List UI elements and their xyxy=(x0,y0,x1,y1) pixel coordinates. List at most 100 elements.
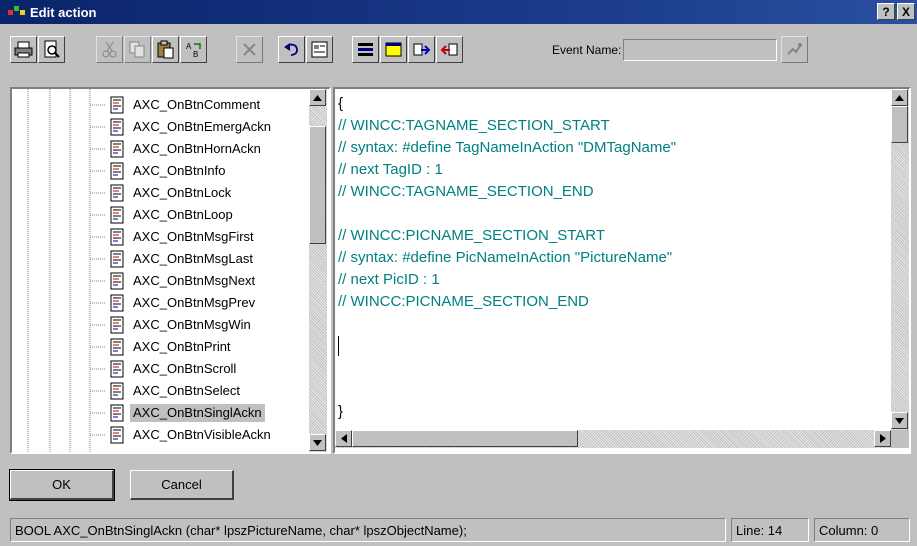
function-icon xyxy=(110,250,124,268)
function-tree: AXC_OnBtnComment AXC_OnBtnEmergAckn AXC_On… xyxy=(10,87,331,454)
function-icon xyxy=(110,228,124,246)
import-icon[interactable] xyxy=(408,36,435,63)
tree-vertical-scrollbar[interactable] xyxy=(309,89,327,452)
cut-icon[interactable] xyxy=(96,36,123,63)
toolbar: AB Event Name: xyxy=(10,36,910,68)
tree-item[interactable]: AXC_OnBtnMsgNext xyxy=(108,271,258,291)
editor-scroll-thumb[interactable] xyxy=(891,106,908,143)
tree-lines xyxy=(27,89,106,452)
tree-item[interactable]: AXC_OnBtnPrint xyxy=(108,337,234,357)
code-line: } xyxy=(338,403,344,420)
code-line: // next TagID : 1 xyxy=(338,161,443,178)
ok-button[interactable]: OK xyxy=(9,469,115,501)
tree-item[interactable]: AXC_OnBtnHornAckn xyxy=(108,139,264,159)
code-line: // WINCC:PICNAME_SECTION_START xyxy=(338,227,605,244)
function-icon xyxy=(110,338,124,356)
tree-item-label: AXC_OnBtnMsgFirst xyxy=(133,229,254,244)
tree-item[interactable]: AXC_OnBtnComment xyxy=(108,95,263,115)
code-line: // syntax: #define PicNameInAction "Pict… xyxy=(338,249,673,266)
tree-item[interactable]: AXC_OnBtnVisibleAckn xyxy=(108,425,274,445)
tree-item[interactable]: AXC_OnBtnSelect xyxy=(108,381,243,401)
tree-item[interactable]: AXC_OnBtnMsgPrev xyxy=(108,293,258,313)
function-icon xyxy=(110,426,124,444)
tree-item[interactable]: AXC_OnBtnScroll xyxy=(108,359,239,379)
tree-item[interactable]: AXC_OnBtnMsgWin xyxy=(108,315,254,335)
tree-item[interactable]: AXC_OnBtnLock xyxy=(108,183,234,203)
tree-item-label: AXC_OnBtnLock xyxy=(133,185,232,200)
function-icon xyxy=(110,404,124,422)
function-icon xyxy=(110,316,124,334)
event-select-icon[interactable] xyxy=(781,36,808,63)
help-button[interactable]: ? xyxy=(877,3,895,20)
code-line: // WINCC:TAGNAME_SECTION_START xyxy=(338,117,610,134)
editor-scroll-down-button[interactable] xyxy=(891,412,908,429)
scroll-corner xyxy=(891,430,909,448)
editor-scroll-right-button[interactable] xyxy=(874,430,891,447)
tree-item-label: AXC_OnBtnScroll xyxy=(133,361,237,376)
code-line: // WINCC:TAGNAME_SECTION_END xyxy=(338,183,594,200)
svg-text:A: A xyxy=(186,42,192,51)
function-icon xyxy=(110,294,124,312)
function-icon xyxy=(110,162,124,180)
delete-icon[interactable] xyxy=(236,36,263,63)
svg-text:B: B xyxy=(193,50,198,59)
tree-scroll-up-button[interactable] xyxy=(309,89,326,106)
function-icon xyxy=(110,272,124,290)
editor-hscroll-thumb[interactable] xyxy=(352,430,578,447)
copy-icon[interactable] xyxy=(124,36,151,63)
tree-item-label: AXC_OnBtnMsgLast xyxy=(133,251,253,266)
function-icon xyxy=(110,206,124,224)
function-icon xyxy=(110,382,124,400)
print-icon[interactable] xyxy=(10,36,37,63)
tree-item-label: AXC_OnBtnInfo xyxy=(133,163,226,178)
event-name-field[interactable] xyxy=(623,39,777,61)
editor-scroll-up-button[interactable] xyxy=(891,89,908,106)
function-icon xyxy=(110,96,124,114)
print-preview-icon[interactable] xyxy=(38,36,65,63)
code-line: // WINCC:PICNAME_SECTION_END xyxy=(338,293,589,310)
app-icon xyxy=(6,2,28,22)
function-icon xyxy=(110,140,124,158)
window-icon[interactable] xyxy=(380,36,407,63)
tree-item[interactable]: AXC_OnBtnSinglAckn xyxy=(108,403,265,423)
status-line: Line: 14 xyxy=(731,518,809,542)
editor-scroll-left-button[interactable] xyxy=(335,430,352,447)
tree-item[interactable]: AXC_OnBtnLoop xyxy=(108,205,236,225)
tree-item-label: AXC_OnBtnEmergAckn xyxy=(133,119,272,134)
editor-horizontal-scrollbar[interactable] xyxy=(335,430,891,448)
tree-item-label: AXC_OnBtnMsgWin xyxy=(133,317,251,332)
tree-item-label: AXC_OnBtnVisibleAckn xyxy=(133,427,271,442)
tree-item-label: AXC_OnBtnMsgPrev xyxy=(133,295,256,310)
title-bar: Edit action ? X xyxy=(0,0,917,24)
tree-item[interactable]: AXC_OnBtnMsgLast xyxy=(108,249,256,269)
code-line: // syntax: #define TagNameInAction "DMTa… xyxy=(338,139,677,156)
code-line: // next PicID : 1 xyxy=(338,271,440,288)
cancel-button[interactable]: Cancel xyxy=(130,470,234,500)
undo-icon[interactable] xyxy=(278,36,305,63)
tree-item[interactable]: AXC_OnBtnEmergAckn xyxy=(108,117,274,137)
tag-icon[interactable] xyxy=(352,36,379,63)
tree-item-label: AXC_OnBtnMsgNext xyxy=(133,273,256,288)
code-editor[interactable]: {// WINCC:TAGNAME_SECTION_START // syntax… xyxy=(333,87,911,454)
tree-item-label: AXC_OnBtnComment xyxy=(133,97,261,112)
editor-vertical-scrollbar[interactable] xyxy=(891,89,909,430)
tree-item[interactable]: AXC_OnBtnMsgFirst xyxy=(108,227,257,247)
tree-item[interactable]: AXC_OnBtnInfo xyxy=(108,161,229,181)
properties-icon[interactable] xyxy=(306,36,333,63)
paste-icon[interactable] xyxy=(152,36,179,63)
status-function-signature: BOOL AXC_OnBtnSinglAckn (char* lpszPictu… xyxy=(10,518,726,542)
status-column: Column: 0 xyxy=(814,518,910,542)
close-button[interactable]: X xyxy=(897,3,915,20)
tree-item-label: AXC_OnBtnLoop xyxy=(133,207,233,222)
tree-scroll-thumb[interactable] xyxy=(309,126,326,244)
export-icon[interactable] xyxy=(436,36,463,63)
function-icon xyxy=(110,184,124,202)
function-icon xyxy=(110,118,124,136)
tree-item-label: AXC_OnBtnPrint xyxy=(133,339,231,354)
function-icon xyxy=(110,360,124,378)
tree-scroll-down-button[interactable] xyxy=(309,434,326,451)
find-replace-icon[interactable]: AB xyxy=(180,36,207,63)
tree-item-label: AXC_OnBtnSelect xyxy=(133,383,240,398)
event-name-label: Event Name: xyxy=(552,43,622,57)
tree-item-label: AXC_OnBtnHornAckn xyxy=(133,141,261,156)
